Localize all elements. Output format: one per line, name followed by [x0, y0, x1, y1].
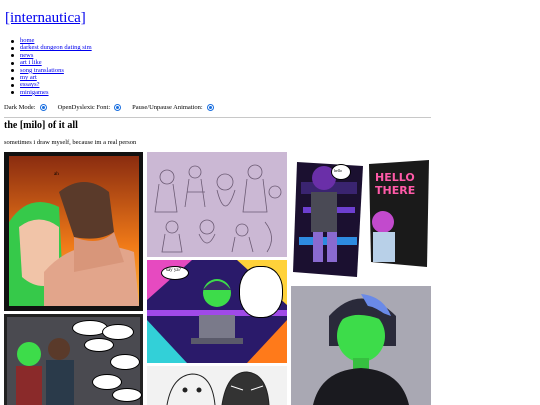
nav-item-dating-sim: darkest dungeon dating sim — [10, 44, 92, 51]
nav-item-essays: essays? — [10, 81, 92, 88]
nav-link-dating-sim[interactable]: darkest dungeon dating sim — [20, 44, 92, 51]
bw-sketch-drawing — [166, 371, 270, 405]
laptop-comic-bubble-right — [239, 266, 283, 318]
nav-item-art: art i like — [10, 59, 92, 66]
dyslexic-font-label: OpenDyslexic Font: — [57, 104, 111, 111]
hello-sign-line-1: HELLO — [375, 171, 415, 184]
laptop-comic-bubble-text: say ya? — [166, 268, 181, 273]
dialogue-bubble-4 — [110, 354, 140, 370]
dyslexic-font-toggle: OpenDyslexic Font: — [58, 104, 122, 111]
nav-link-minigames[interactable]: minigames — [20, 89, 49, 96]
comic-hug-drawing — [9, 156, 139, 306]
dialogue-bubble-3 — [84, 338, 114, 352]
nav-item-minigames: minigames — [10, 89, 92, 96]
nav-link-my-art[interactable]: my art — [20, 74, 37, 81]
art-hello-there[interactable]: hello HELLO THERE — [291, 152, 431, 282]
nav-item-news: news — [10, 52, 92, 59]
art-sketch-page[interactable] — [147, 152, 287, 257]
sticker-bubble-text: hello — [334, 168, 342, 173]
nav-item-songs: song translations — [10, 67, 92, 74]
art-laptop-comic[interactable]: say ya? — [147, 260, 287, 363]
nav-link-songs[interactable]: song translations — [20, 67, 64, 74]
dialogue-bubble-2 — [102, 324, 134, 340]
art-bw-sketch[interactable] — [147, 366, 287, 405]
animation-label: Pause/Unpause Animation: — [132, 104, 203, 111]
divider — [4, 117, 431, 118]
nav-item-my-art: my art — [10, 74, 92, 81]
nav-link-home[interactable]: home — [20, 37, 34, 44]
dialogue-bubble-5 — [92, 374, 122, 390]
art-dialogue-comic[interactable] — [4, 314, 143, 405]
site-title-link[interactable]: [internautica] — [5, 10, 86, 26]
art-portrait[interactable] — [291, 286, 431, 405]
nav-link-news[interactable]: news — [20, 52, 33, 59]
art-comic-hug[interactable]: ah — [4, 152, 143, 311]
portrait-drawing — [313, 294, 409, 405]
hello-sign-line-2: THERE — [375, 184, 416, 197]
comic-hug-text: ah — [54, 172, 59, 177]
settings-toggles: Dark Mode: OpenDyslexic Font: Pause/Unpa… — [4, 104, 225, 111]
dialogue-bubble-6 — [112, 388, 142, 402]
dark-mode-label: Dark Mode: — [4, 104, 36, 111]
nav-item-home: home — [10, 37, 92, 44]
animation-radio[interactable] — [206, 104, 214, 111]
dyslexic-font-radio[interactable] — [114, 104, 122, 111]
sketch-page-drawing — [154, 164, 282, 253]
site-title: [internautica] — [5, 10, 86, 27]
nav-link-essays[interactable]: essays? — [20, 81, 40, 88]
main-nav: home darkest dungeon dating sim news art… — [10, 37, 92, 96]
dark-mode-toggle: Dark Mode: — [4, 104, 47, 111]
nav-link-art[interactable]: art i like — [20, 59, 42, 66]
animation-toggle: Pause/Unpause Animation: — [132, 104, 214, 111]
dark-mode-radio[interactable] — [39, 104, 47, 111]
page-heading: the [milo] of it all — [4, 120, 78, 131]
page-subtitle: sometimes i draw myself, because im a re… — [4, 139, 137, 146]
